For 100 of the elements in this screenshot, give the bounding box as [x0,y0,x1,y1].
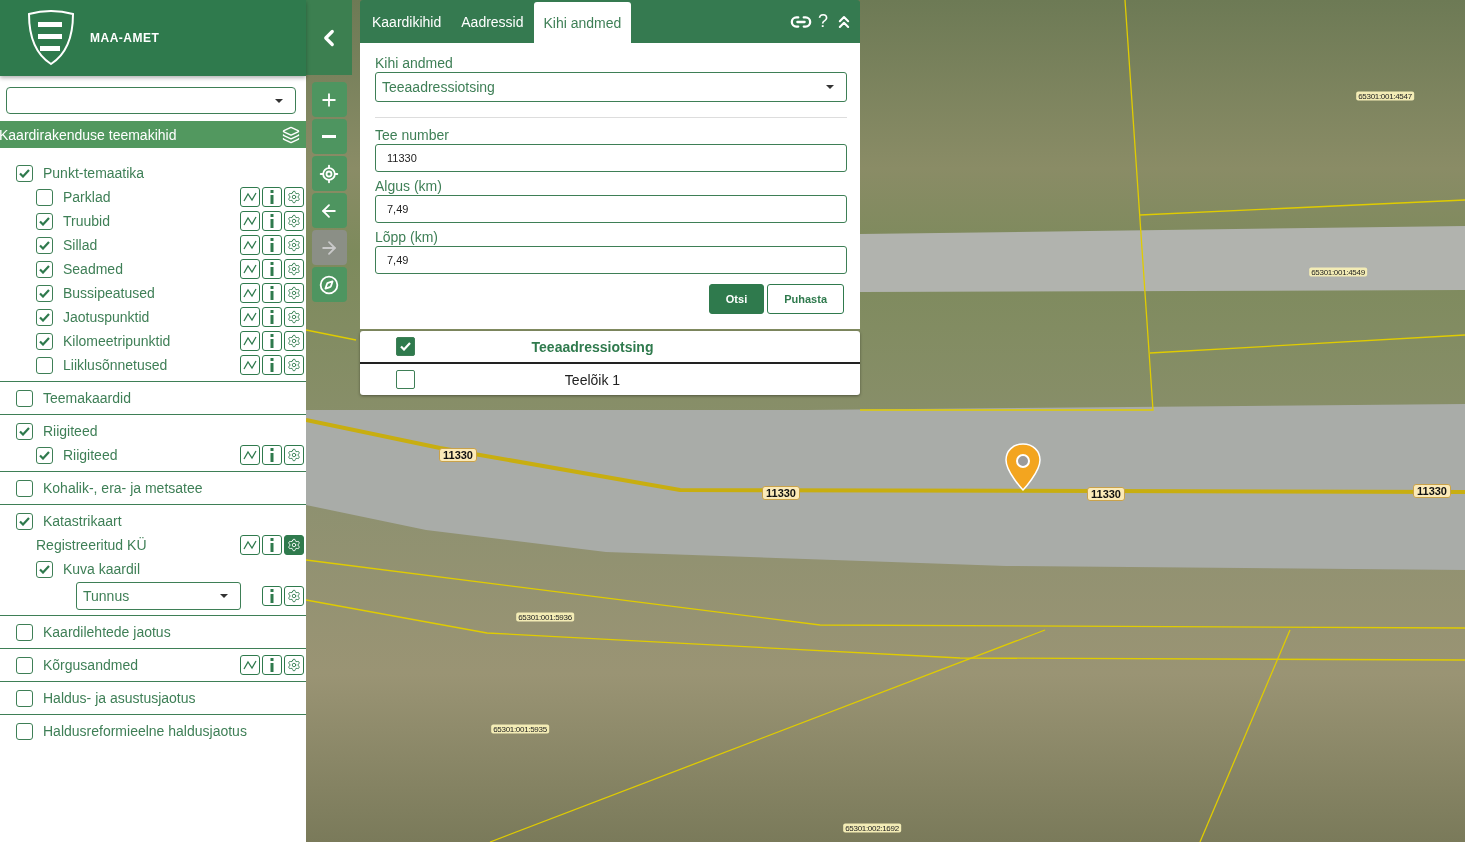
info-button[interactable] [262,283,282,303]
attribute-select[interactable]: Tunnus [76,582,241,610]
checkbox[interactable] [16,479,33,497]
tab[interactable]: Kihi andmed [533,2,632,43]
checkbox[interactable] [396,370,415,389]
layer-select[interactable] [6,87,296,114]
check-icon [39,564,50,574]
settings-button[interactable] [284,445,304,465]
chart-button[interactable] [240,187,260,207]
settings-button[interactable] [284,355,304,375]
info-button[interactable] [262,331,282,351]
info-button[interactable] [262,445,282,465]
chart-button[interactable] [240,535,260,555]
check-icon [19,516,30,526]
input-field[interactable]: 7,49 [375,246,847,274]
chart-button[interactable] [240,445,260,465]
layers-icon[interactable] [282,125,300,144]
chart-button[interactable] [240,355,260,375]
settings-button[interactable] [284,187,304,207]
info-icon [270,448,274,462]
group-label: Kaardilehtede jaotus [43,624,172,640]
locate-button[interactable] [311,156,347,191]
checkbox[interactable] [16,689,33,707]
layer-label: Riigiteed [63,447,119,463]
settings-button[interactable] [284,586,304,606]
info-icon [270,262,274,276]
compass-button[interactable] [311,267,347,302]
parcel-id-label: 65301:001:5935 [491,724,549,734]
tab[interactable]: Aadressid [451,0,534,43]
info-button[interactable] [262,307,282,327]
checkbox[interactable] [16,422,33,440]
road-number-label: 11330 [439,448,477,462]
chart-button[interactable] [240,283,260,303]
chart-button[interactable] [240,211,260,231]
layer-label: Parklad [63,189,112,205]
layer-data-select[interactable]: Teeaadressiotsing [375,72,847,102]
settings-button[interactable] [284,211,304,231]
info-button[interactable] [262,259,282,279]
input-field[interactable]: 7,49 [375,195,847,223]
line-chart-icon [243,288,257,298]
back-button[interactable] [311,193,347,228]
checkbox[interactable] [16,512,33,530]
info-button[interactable] [262,655,282,675]
info-button[interactable] [262,187,282,207]
checkbox[interactable] [36,356,53,374]
tab[interactable]: Kaardikihid [362,0,452,43]
checkbox[interactable] [16,722,33,740]
checkbox[interactable] [36,284,53,302]
checkbox[interactable] [16,623,33,641]
search-button[interactable]: Otsi [708,284,765,314]
check-icon [39,264,50,274]
chart-button[interactable] [240,259,260,279]
field-label: Kihi andmed [375,55,454,71]
group-label: Katastrikaart [43,513,123,529]
checkbox[interactable] [16,164,33,182]
info-button[interactable] [262,355,282,375]
zoom-out-button[interactable] [311,119,347,154]
checkbox[interactable] [36,236,53,254]
settings-icon [287,286,301,300]
chart-button[interactable] [240,331,260,351]
info-button[interactable] [262,586,282,606]
info-button[interactable] [262,535,282,555]
settings-button[interactable] [284,535,304,555]
chart-button[interactable] [240,655,260,675]
line-chart-icon [243,192,257,202]
settings-button[interactable] [284,655,304,675]
settings-button[interactable] [284,307,304,327]
checkbox[interactable] [16,389,33,407]
info-icon [270,358,274,372]
line-chart-icon [243,360,257,370]
input-field[interactable]: 11330 [375,144,847,172]
info-button[interactable] [262,235,282,255]
map-marker-icon[interactable] [1005,443,1041,491]
collapse-sidebar-button[interactable] [306,0,352,75]
settings-button[interactable] [284,235,304,255]
info-button[interactable] [262,211,282,231]
checkbox[interactable] [396,337,415,356]
settings-icon [287,538,301,552]
checkbox[interactable] [36,212,53,230]
check-icon [39,312,50,322]
layer-label: Sillad [63,237,99,253]
road-number-label: 11330 [1087,487,1125,501]
settings-button[interactable] [284,331,304,351]
result-group-title: Teeaadressiotsing [530,338,655,355]
checkbox[interactable] [36,260,53,278]
settings-button[interactable] [284,259,304,279]
chart-button[interactable] [240,235,260,255]
checkbox[interactable] [36,188,53,206]
checkbox[interactable] [16,656,33,674]
checkbox[interactable] [36,332,53,350]
help-button[interactable]: ? [818,11,828,32]
zoom-in-button[interactable] [311,82,347,117]
checkbox[interactable] [36,560,53,578]
parcel-id-label: 65301:001:4547 [1356,91,1414,101]
chart-button[interactable] [240,307,260,327]
settings-button[interactable] [284,283,304,303]
clear-button[interactable]: Puhasta [767,284,844,314]
settings-icon [287,190,301,204]
checkbox[interactable] [36,308,53,326]
checkbox[interactable] [36,446,53,464]
